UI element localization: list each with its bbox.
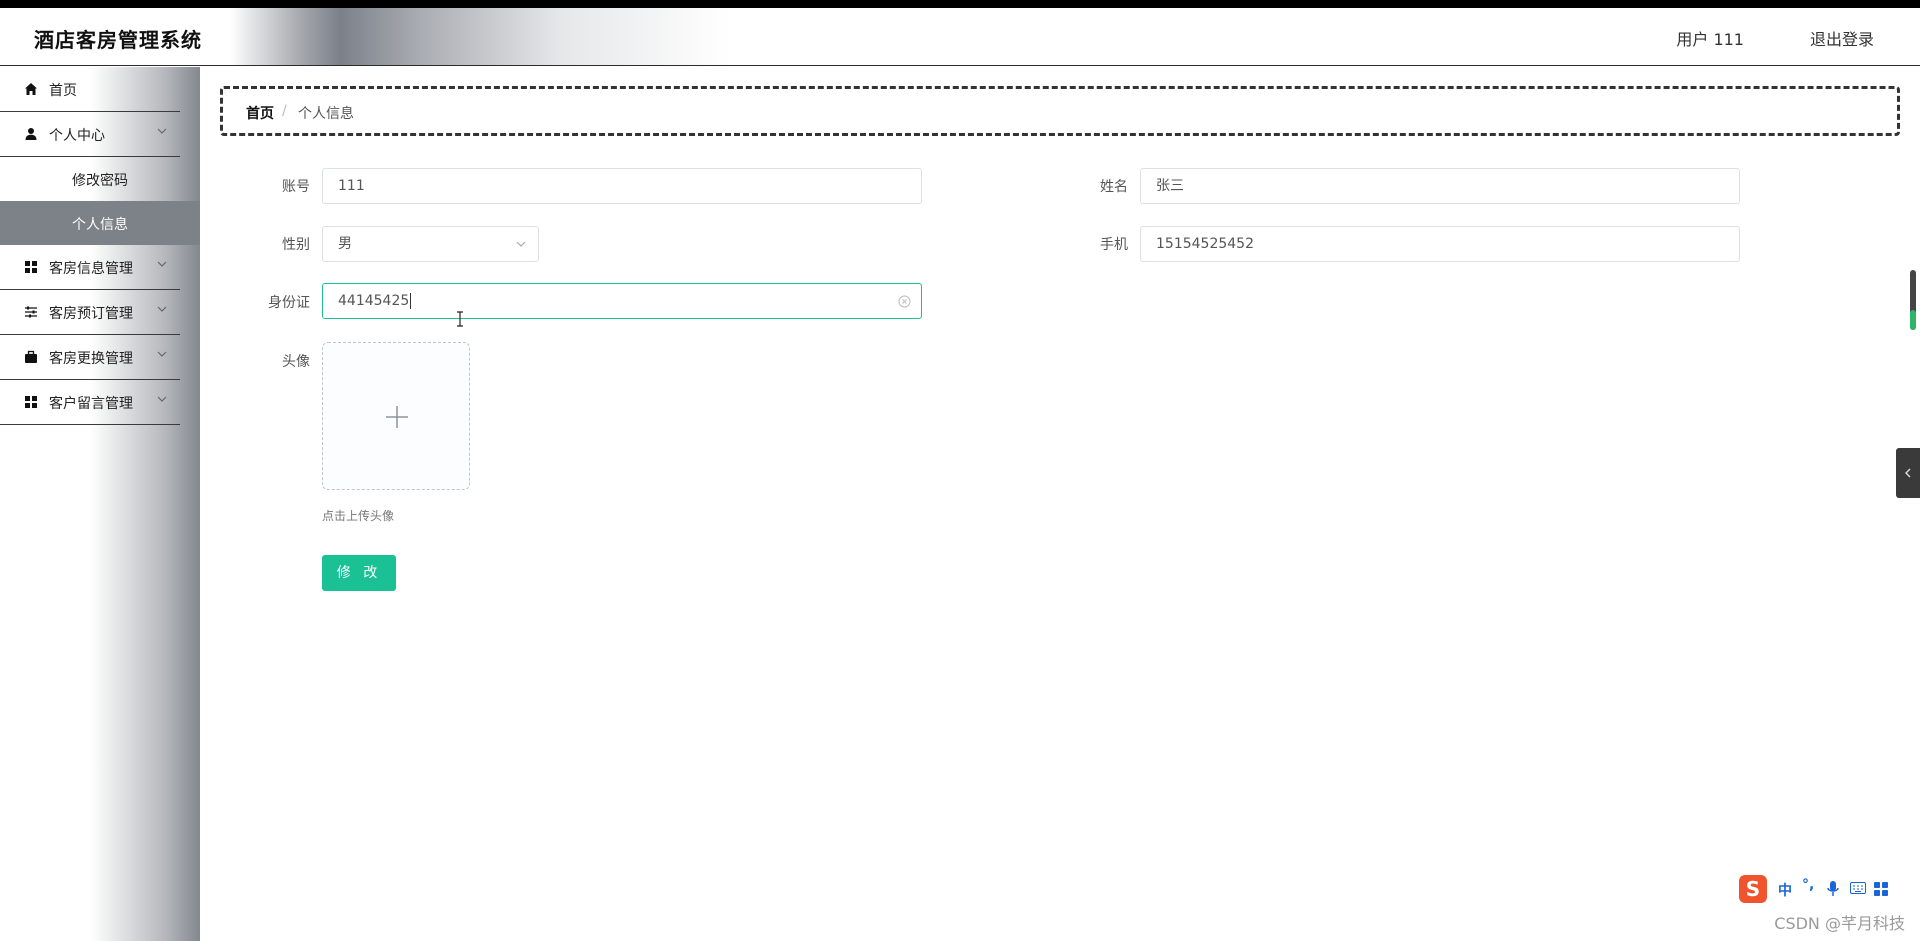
gender-label: 性别 — [282, 237, 310, 253]
grid-icon — [25, 261, 37, 273]
sidebar-subitem-label: 修改密码 — [72, 173, 128, 189]
avatar-upload-hint: 点击上传头像 — [322, 509, 395, 523]
gender-value: 男 — [338, 236, 352, 252]
text-caret — [410, 293, 412, 309]
sidebar-item-label: 客房更换管理 — [49, 351, 133, 367]
i-beam-cursor-icon — [457, 311, 463, 327]
chevron-left-icon — [1905, 468, 1911, 478]
top-black-strip — [0, 0, 1920, 8]
account-label: 账号 — [282, 179, 310, 195]
breadcrumb-separator: / — [282, 103, 287, 119]
scrollbar-thumb[interactable] — [1910, 310, 1916, 330]
gender-select[interactable]: 男 — [322, 226, 539, 262]
submit-button[interactable]: 修 改 — [322, 555, 396, 591]
app-header: 酒店客房管理系统 用户 111 退出登录 — [0, 8, 1920, 66]
ime-toolbar: S 中 °, — [1738, 874, 1894, 904]
watermark: CSDN @芊月科技 — [1774, 914, 1905, 933]
chevron-down-icon — [157, 396, 167, 402]
phone-label: 手机 — [1100, 237, 1128, 253]
chevron-down-icon — [516, 241, 526, 247]
svg-text:S: S — [1746, 877, 1760, 901]
chevron-down-icon — [157, 306, 167, 312]
avatar-label: 头像 — [282, 354, 310, 370]
sidebar-item-label: 个人中心 — [49, 128, 105, 144]
phone-value: 15154525452 — [1156, 236, 1254, 252]
ime-punctuation-toggle[interactable]: °, — [1802, 877, 1814, 893]
sidebar-item-label: 首页 — [49, 83, 77, 99]
apps-grid-icon[interactable] — [1874, 882, 1888, 896]
ime-mode-toggle[interactable]: 中 — [1778, 880, 1792, 900]
id-card-field[interactable]: 44145425 — [322, 283, 922, 319]
microphone-icon[interactable] — [1826, 880, 1840, 898]
sidebar-item-customer-messages[interactable]: 客户留言管理 — [0, 380, 180, 425]
home-icon — [25, 83, 37, 95]
chevron-down-icon — [157, 261, 167, 267]
breadcrumb-current: 个人信息 — [298, 106, 354, 122]
sidebar-item-label: 客户留言管理 — [49, 396, 133, 412]
side-panel-toggle[interactable] — [1896, 448, 1920, 498]
sidebar-item-room-booking[interactable]: 客房预订管理 — [0, 290, 180, 335]
sidebar: 首页 个人中心 修改密码 个人信息 客房信息管理 客房预订管理 客房更换管理 客… — [0, 67, 200, 941]
phone-field[interactable]: 15154525452 — [1140, 226, 1740, 262]
grid-icon — [25, 396, 37, 408]
breadcrumb-home-link[interactable]: 首页 — [246, 103, 274, 123]
id-card-value: 44145425 — [338, 293, 410, 309]
id-card-label: 身份证 — [268, 295, 310, 311]
clear-icon[interactable] — [898, 295, 911, 308]
sliders-icon — [25, 306, 37, 318]
account-value: 111 — [338, 178, 365, 194]
name-value: 张三 — [1156, 178, 1184, 194]
keyboard-icon[interactable] — [1850, 882, 1866, 894]
user-icon — [25, 128, 37, 140]
plus-icon — [386, 406, 408, 428]
current-user-label: 用户 111 — [1676, 30, 1744, 49]
sogou-ime-logo-icon[interactable]: S — [1738, 874, 1768, 904]
account-field[interactable]: 111 — [322, 168, 922, 204]
sidebar-item-personal-center[interactable]: 个人中心 — [0, 112, 180, 157]
sidebar-item-room-info[interactable]: 客房信息管理 — [0, 245, 180, 290]
name-label: 姓名 — [1100, 179, 1128, 195]
logout-button[interactable]: 退出登录 — [1810, 26, 1874, 50]
sidebar-item-home[interactable]: 首页 — [0, 67, 180, 112]
sidebar-item-label: 客房预订管理 — [49, 306, 133, 322]
sidebar-subitem-change-password[interactable]: 修改密码 — [0, 157, 200, 201]
app-title: 酒店客房管理系统 — [34, 28, 202, 52]
chevron-down-icon — [157, 351, 167, 357]
chevron-down-icon — [157, 128, 167, 134]
avatar-upload[interactable] — [322, 342, 470, 490]
sidebar-item-label: 客房信息管理 — [49, 261, 133, 277]
briefcase-icon — [25, 350, 37, 363]
name-field[interactable]: 张三 — [1140, 168, 1740, 204]
sidebar-item-room-change[interactable]: 客房更换管理 — [0, 335, 180, 380]
sidebar-subitem-label: 个人信息 — [72, 217, 128, 233]
sidebar-subitem-personal-info[interactable]: 个人信息 — [0, 201, 200, 245]
breadcrumb: 首页 / 个人信息 — [220, 86, 1900, 136]
